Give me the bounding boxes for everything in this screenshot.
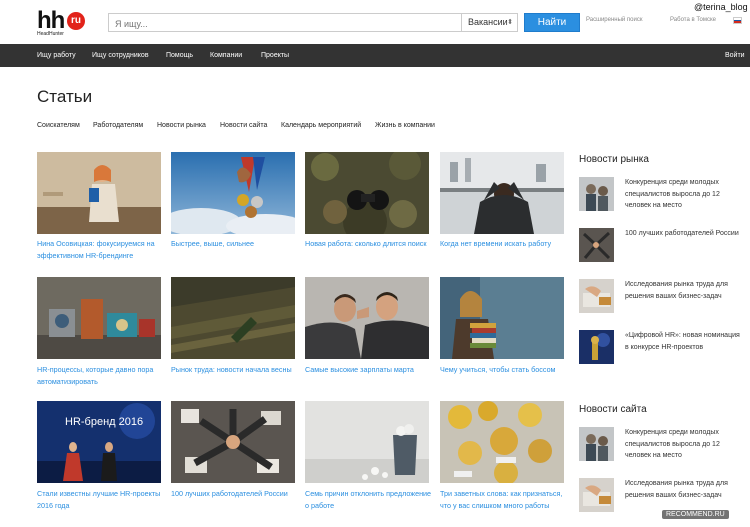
article-caption[interactable]: Чему учиться, чтобы стать боссом bbox=[440, 364, 568, 376]
paper-bin-photo bbox=[305, 401, 429, 483]
article-caption[interactable]: Быстрее, выше, сильнее bbox=[171, 238, 299, 250]
article-image[interactable] bbox=[305, 401, 429, 483]
sidebar-news-link[interactable]: Конкуренция среди молодых специалистов в… bbox=[625, 177, 745, 212]
article-caption[interactable]: Рынок труда: новости начала весны bbox=[171, 364, 299, 376]
nav-item-companies[interactable]: Компании bbox=[210, 44, 242, 67]
article-caption[interactable]: Три заветных слова: как признаться, что … bbox=[440, 488, 568, 511]
nav-item-help[interactable]: Помощь bbox=[166, 44, 193, 67]
login-link[interactable]: Войти bbox=[725, 44, 745, 67]
article-image[interactable] bbox=[440, 277, 564, 359]
nav-item-find-job[interactable]: Ищу работу bbox=[37, 44, 76, 67]
sidebar-thumbnail[interactable] bbox=[579, 478, 614, 512]
team-hands-photo bbox=[171, 401, 295, 483]
nav-item-find-employees[interactable]: Ищу сотрудников bbox=[92, 44, 149, 67]
recommend-badge: RECOMMEND.RU bbox=[662, 510, 729, 519]
sidebar-thumbnail[interactable] bbox=[579, 330, 614, 364]
article-caption[interactable]: Новая работа: сколько длится поиск bbox=[305, 238, 433, 250]
search-input[interactable] bbox=[109, 15, 461, 33]
field-photo bbox=[171, 277, 295, 359]
logo-subtitle: HeadHunter bbox=[37, 31, 64, 37]
sidebar-thumbnail[interactable] bbox=[579, 279, 614, 313]
medals-photo bbox=[171, 152, 295, 234]
sidebar-news-link[interactable]: Конкуренция среди молодых специалистов в… bbox=[625, 427, 745, 462]
man-at-window-photo bbox=[440, 152, 564, 234]
select-arrows-icon: ⬍ bbox=[507, 19, 513, 26]
team-hands-thumb bbox=[579, 228, 614, 262]
woman-presenting-photo bbox=[37, 152, 161, 234]
nav-item-projects[interactable]: Проекты bbox=[261, 44, 289, 67]
woman-with-books-photo bbox=[440, 277, 564, 359]
article-caption[interactable]: 100 лучших работодателей России bbox=[171, 488, 299, 500]
search-box[interactable] bbox=[108, 13, 462, 33]
stage-text: HR-бренд 2016 bbox=[65, 416, 143, 428]
site-news-heading[interactable]: Новости сайта bbox=[579, 404, 647, 415]
workers-pile-photo bbox=[440, 401, 564, 483]
tab-events-calendar[interactable]: Календарь мероприятий bbox=[281, 122, 361, 129]
market-news-heading[interactable]: Новости рынка bbox=[579, 154, 649, 165]
article-image[interactable] bbox=[305, 152, 429, 234]
hr-brand-stage-photo: HR-бренд 2016 bbox=[37, 401, 161, 483]
tab-job-seekers[interactable]: Соискателям bbox=[37, 122, 80, 129]
hands-laptop-thumb bbox=[579, 279, 614, 313]
article-caption[interactable]: Когда нет времени искать работу bbox=[440, 238, 568, 250]
find-button[interactable]: Найти bbox=[524, 13, 580, 32]
article-image[interactable] bbox=[37, 152, 161, 234]
sidebar-thumbnail[interactable] bbox=[579, 177, 614, 211]
tab-site-news[interactable]: Новости сайта bbox=[220, 122, 267, 129]
article-image[interactable] bbox=[305, 277, 429, 359]
article-image[interactable] bbox=[440, 152, 564, 234]
page-title: Статьи bbox=[37, 87, 93, 106]
toy-robots-photo bbox=[37, 277, 161, 359]
article-image[interactable] bbox=[171, 152, 295, 234]
hands-laptop-thumb bbox=[579, 478, 614, 512]
article-image[interactable] bbox=[171, 277, 295, 359]
article-caption[interactable]: Нина Осовицкая: фокусируемся на эффектив… bbox=[37, 238, 165, 261]
sidebar-news-link[interactable]: Исследования рынка труда для решения ваш… bbox=[625, 478, 745, 501]
men-whispering-photo bbox=[305, 277, 429, 359]
sidebar-news-link[interactable]: 100 лучших работодателей России bbox=[625, 228, 745, 240]
article-image[interactable] bbox=[37, 277, 161, 359]
top-bar: hh ru HeadHunter Вакансии ⬍ Найти Расшир… bbox=[0, 0, 750, 44]
binoculars-camouflage-photo bbox=[305, 152, 429, 234]
vacancy-select[interactable]: Вакансии ⬍ bbox=[462, 13, 518, 32]
tab-employers[interactable]: Работодателям bbox=[93, 122, 143, 129]
tab-market-news[interactable]: Новости рынка bbox=[157, 122, 206, 129]
advanced-search-link[interactable]: Расширенный поиск bbox=[586, 17, 643, 23]
people-photo-thumb bbox=[579, 427, 614, 461]
tab-company-life[interactable]: Жизнь в компании bbox=[375, 122, 435, 129]
main-nav: Ищу работу Ищу сотрудников Помощь Компан… bbox=[0, 44, 750, 67]
sidebar-news-link[interactable]: Исследования рынка труда для решения ваш… bbox=[625, 279, 745, 302]
watermark: @terina_blog bbox=[694, 2, 748, 12]
article-caption[interactable]: HR-процессы, которые давно пора автомати… bbox=[37, 364, 165, 387]
russia-flag-icon[interactable] bbox=[733, 17, 742, 24]
city-link[interactable]: Работа в Томске bbox=[670, 17, 716, 23]
article-caption[interactable]: Самые высокие зарплаты марта bbox=[305, 364, 433, 376]
vacancy-select-label: Вакансии bbox=[468, 17, 508, 27]
article-caption[interactable]: Стали известны лучшие HR-проекты 2016 го… bbox=[37, 488, 165, 511]
article-image[interactable] bbox=[171, 401, 295, 483]
sidebar-thumbnail[interactable] bbox=[579, 427, 614, 461]
article-image[interactable] bbox=[440, 401, 564, 483]
flag-stripe bbox=[734, 21, 741, 23]
sidebar-news-link[interactable]: «Цифровой HR»: новая номинация в конкурс… bbox=[625, 330, 745, 353]
article-caption[interactable]: Семь причин отклонить предложение о рабо… bbox=[305, 488, 433, 511]
hh-logo[interactable]: hh ru HeadHunter bbox=[37, 7, 91, 37]
page: hh ru HeadHunter Вакансии ⬍ Найти Расшир… bbox=[0, 0, 750, 527]
stage-award-thumb bbox=[579, 330, 614, 364]
sidebar-thumbnail[interactable] bbox=[579, 228, 614, 262]
article-image[interactable]: HR-бренд 2016 bbox=[37, 401, 161, 483]
logo-badge: ru bbox=[67, 12, 85, 30]
people-photo-thumb bbox=[579, 177, 614, 211]
